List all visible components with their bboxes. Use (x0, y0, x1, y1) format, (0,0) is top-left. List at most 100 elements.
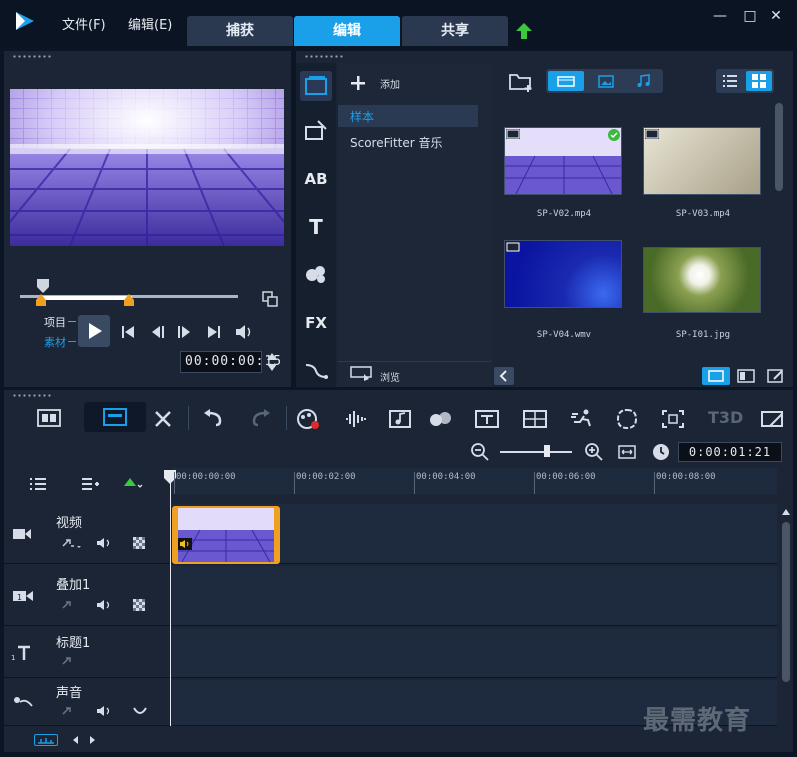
next-frame-icon[interactable] (176, 324, 192, 340)
tab-capture[interactable]: 捕获 (187, 16, 293, 46)
panel-grip[interactable] (12, 55, 52, 58)
track-header-voice[interactable]: 声音 (4, 680, 170, 726)
ducking-icon[interactable] (132, 704, 148, 718)
go-to-start-icon[interactable] (120, 324, 136, 340)
folder-item-scorefitter[interactable]: ScoreFitter 音乐 (350, 134, 443, 151)
volume-icon[interactable] (234, 323, 254, 341)
sound-mixer-icon[interactable] (344, 408, 368, 430)
tab-share[interactable]: 共享 (402, 16, 508, 46)
zoom-slider-track[interactable] (500, 451, 572, 453)
menu-edit[interactable]: 编辑(E) (128, 14, 172, 33)
track-transparency-icon[interactable] (132, 598, 146, 612)
ripple-edit-icon[interactable] (122, 476, 144, 492)
scroll-left-icon[interactable] (70, 734, 80, 746)
browse-label[interactable]: 浏览 (380, 369, 400, 384)
panel-grip[interactable] (12, 394, 52, 397)
enlarge-preview-icon[interactable] (262, 291, 278, 307)
mode-clip[interactable]: 素材 (44, 334, 66, 350)
tab-edit[interactable]: 编辑 (294, 16, 400, 46)
mode-project[interactable]: 项目 (44, 314, 66, 330)
time-remapping-icon[interactable] (570, 408, 596, 430)
library-mode-button[interactable] (702, 367, 730, 385)
media-scrollbar[interactable] (775, 103, 783, 191)
storyboard-view-icon[interactable] (36, 408, 62, 428)
mask-creator-icon[interactable] (614, 408, 640, 430)
smart-proxy-button[interactable] (34, 734, 58, 746)
pan-zoom-icon[interactable] (660, 408, 686, 430)
media-item[interactable]: SP-V04.wmv (504, 240, 622, 340)
link-icon[interactable] (60, 704, 76, 718)
motion-tracking-icon[interactable] (428, 408, 454, 430)
photo-filter-icon[interactable] (588, 71, 624, 91)
title-icon[interactable]: T (302, 213, 330, 241)
link-icon[interactable] (60, 654, 76, 668)
timecode-stepper-icon[interactable] (266, 351, 278, 373)
link-icon[interactable] (60, 598, 76, 612)
track-manager-icon[interactable] (28, 476, 48, 492)
folder-item-samples[interactable]: 样本 (338, 105, 478, 127)
menu-file[interactable]: 文件(F) (62, 14, 106, 33)
add-folder-icon[interactable] (350, 75, 366, 91)
maximize-button[interactable]: □ (742, 8, 758, 24)
zoom-out-icon[interactable] (470, 442, 490, 462)
browse-icon[interactable] (350, 366, 372, 382)
go-to-end-icon[interactable] (206, 324, 222, 340)
scroll-right-icon[interactable] (88, 734, 98, 746)
title-track[interactable] (172, 628, 777, 678)
media-item[interactable]: SP-I01.jpg (643, 247, 761, 340)
close-button[interactable]: ✕ (768, 8, 784, 24)
record-capture-icon[interactable] (296, 408, 320, 430)
auto-music-icon[interactable] (388, 408, 412, 430)
audio-filter-icon[interactable] (626, 71, 662, 91)
zoom-slider-handle[interactable] (544, 445, 550, 457)
video-track[interactable] (172, 504, 777, 564)
filter-icon[interactable]: FX (302, 309, 330, 337)
add-chapter-icon[interactable] (80, 476, 100, 492)
timecode-display[interactable]: 00:00:00:15 (180, 351, 281, 373)
3d-title-editor-icon[interactable]: T3D (708, 408, 743, 430)
scrubber-handle[interactable] (37, 279, 49, 293)
overlay-track[interactable] (172, 566, 777, 626)
media-item[interactable]: SP-V02.mp4 (504, 127, 622, 219)
zoom-in-icon[interactable] (584, 442, 604, 462)
list-view-icon[interactable] (720, 73, 740, 89)
multi-trim-icon[interactable] (522, 408, 548, 430)
upload-icon[interactable] (515, 22, 533, 40)
link-icon[interactable] (60, 536, 82, 550)
graphics-icon[interactable] (304, 263, 328, 285)
options-panel-icon[interactable] (736, 368, 756, 384)
track-volume-icon[interactable] (96, 704, 114, 718)
add-button-label[interactable]: 添加 (380, 76, 400, 91)
instant-project-icon[interactable] (304, 119, 328, 141)
track-header-overlay[interactable]: 1 叠加1 (4, 566, 170, 626)
play-button[interactable] (78, 315, 110, 347)
fit-project-icon[interactable] (618, 444, 636, 460)
collapse-library-button[interactable] (494, 367, 514, 385)
import-media-icon[interactable] (508, 71, 534, 93)
edit-options-icon[interactable] (766, 368, 786, 384)
path-icon[interactable] (304, 361, 328, 381)
trim-in-marker[interactable] (36, 294, 46, 306)
timeline-clip[interactable] (172, 506, 280, 564)
track-volume-icon[interactable] (96, 598, 114, 612)
media-category-button[interactable] (300, 71, 332, 101)
undo-icon[interactable] (202, 409, 224, 427)
track-header-title[interactable]: 1 标题1 (4, 628, 170, 678)
transition-icon[interactable]: AB (302, 165, 330, 193)
split-screen-icon[interactable] (760, 408, 786, 430)
previous-frame-icon[interactable] (150, 324, 166, 340)
track-transparency-icon[interactable] (132, 536, 146, 550)
timeline-scrollbar[interactable] (779, 504, 793, 726)
scroll-up-icon[interactable] (781, 508, 791, 516)
track-volume-icon[interactable] (96, 536, 114, 550)
media-item[interactable]: SP-V03.mp4 (643, 127, 761, 219)
redo-icon[interactable] (250, 409, 272, 427)
tools-icon[interactable] (152, 408, 176, 430)
panel-grip[interactable] (304, 55, 344, 58)
scroll-thumb[interactable] (782, 522, 790, 682)
timeline-view-button[interactable] (84, 402, 146, 432)
minimize-button[interactable]: — (712, 8, 728, 24)
show-video-button[interactable] (548, 71, 584, 91)
trim-out-marker[interactable] (124, 294, 134, 306)
grid-view-button[interactable] (746, 71, 772, 91)
